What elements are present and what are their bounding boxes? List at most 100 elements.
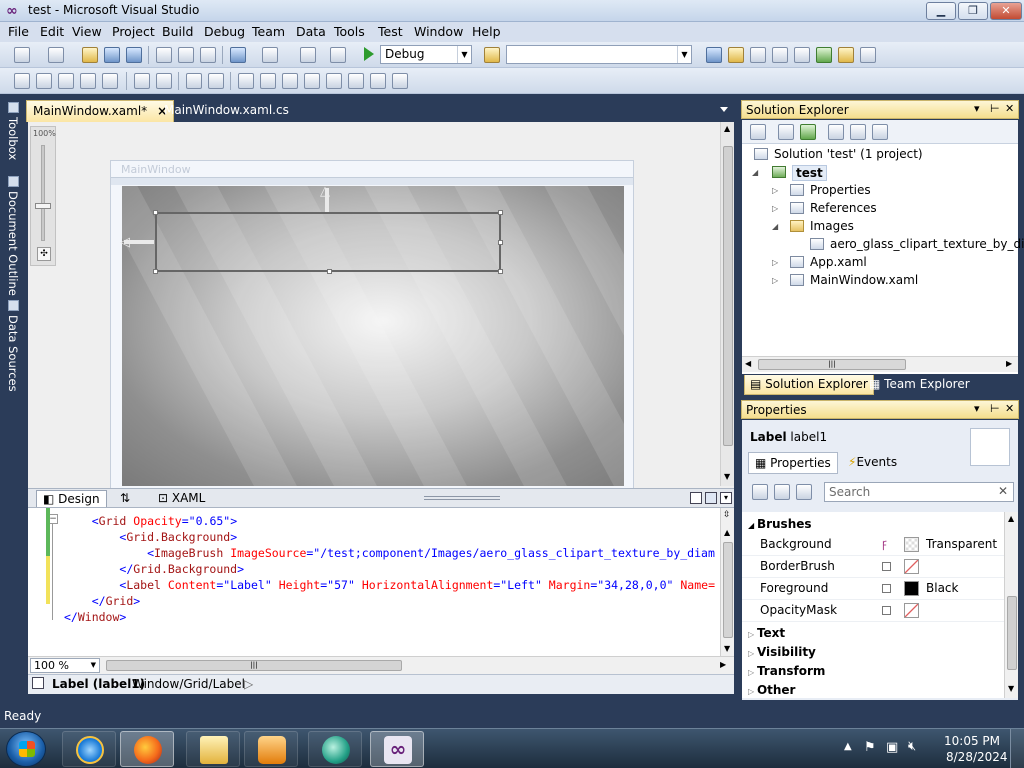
document-outline-tab[interactable]: Document Outline (2, 176, 20, 296)
menu-help[interactable]: Help (472, 24, 501, 39)
taskbar-internet-explorer[interactable] (62, 731, 116, 767)
tree-item-references[interactable]: References (810, 201, 877, 215)
clear-search-icon[interactable]: ✕ (998, 484, 1008, 498)
designer-vertical-scrollbar[interactable]: ▲ ▼ (720, 122, 734, 486)
save-all-icon[interactable] (126, 47, 142, 63)
zoom-thumb[interactable] (35, 203, 51, 209)
menu-build[interactable]: Build (162, 24, 193, 39)
close-pane-icon[interactable]: ✕ (1005, 402, 1014, 415)
previous-bookmark-icon[interactable] (348, 73, 364, 89)
tab-mainwindow-xaml[interactable]: MainWindow.xaml* × (26, 100, 175, 122)
resize-handle-nw[interactable] (153, 210, 158, 215)
bookmark-icon[interactable] (326, 73, 342, 89)
volume-muted-icon[interactable]: 🔇︎ (908, 739, 916, 754)
category-text[interactable]: ▷ Text (748, 626, 785, 640)
tree-item-mainwindow-xaml[interactable]: MainWindow.xaml (810, 273, 918, 287)
zoom-fit-icon[interactable]: ✣ (37, 247, 51, 261)
paste-icon[interactable] (200, 47, 216, 63)
property-marker-icon[interactable] (882, 584, 891, 593)
new-project-icon[interactable] (14, 47, 30, 63)
property-marker-icon[interactable] (882, 606, 891, 615)
zoom-slider[interactable]: 100% ✣ (30, 126, 56, 266)
code-line[interactable]: <Grid.Background> (64, 530, 237, 544)
tab-design[interactable]: ◧ Design (36, 490, 107, 507)
collapsed-arrow-icon[interactable]: ▷ (772, 258, 778, 267)
view-code-icon[interactable] (828, 124, 844, 140)
navigate-forward-icon[interactable] (330, 47, 346, 63)
property-row-foreground[interactable]: Foreground Black (742, 578, 1004, 600)
tree-item-image-file[interactable]: aero_glass_clipart_texture_by_diamo (830, 237, 1024, 251)
add-item-icon[interactable] (48, 47, 64, 63)
resource-binding-icon[interactable]: Ꝼ (882, 537, 887, 551)
align-middles-icon[interactable] (102, 73, 118, 89)
split-editor-icon[interactable]: ⇳ (723, 510, 733, 522)
property-search-input[interactable]: Search ✕ (824, 482, 1014, 502)
category-visibility[interactable]: ▷ Visibility (748, 645, 816, 659)
find-combo[interactable]: ▼ (506, 45, 692, 64)
category-other[interactable]: ▷ Other (748, 683, 795, 697)
start-button[interactable] (6, 731, 46, 767)
menu-edit[interactable]: Edit (40, 24, 64, 39)
scroll-left-icon[interactable]: ◀ (745, 359, 751, 368)
expanded-arrow-icon[interactable]: ◢ (772, 222, 778, 231)
show-all-files-icon[interactable] (778, 124, 794, 140)
comment-icon[interactable] (282, 73, 298, 89)
collapsed-arrow-icon[interactable]: ▷ (772, 204, 778, 213)
maximize-button[interactable]: ❐ (958, 2, 988, 20)
scroll-down-icon[interactable]: ▼ (1008, 684, 1014, 693)
resize-handle-sw[interactable] (153, 269, 158, 274)
tab-properties[interactable]: ▦ Properties (748, 452, 838, 474)
solution-explorer-icon[interactable] (706, 47, 722, 63)
categorized-icon[interactable] (752, 484, 768, 500)
view-designer-icon[interactable] (850, 124, 866, 140)
scroll-right-icon[interactable]: ▶ (720, 660, 726, 669)
editor-zoom-select[interactable]: 100 % ▼ (30, 658, 100, 673)
resize-handle-se[interactable] (498, 269, 503, 274)
align-centers-icon[interactable] (36, 73, 52, 89)
toolbox-tab[interactable]: Toolbox (2, 102, 20, 160)
clock-time[interactable]: 10:05 PM (944, 734, 1000, 748)
property-grid-scroll-thumb[interactable] (1007, 596, 1017, 670)
solution-explorer-hscroll-thumb[interactable]: ||| (758, 359, 906, 370)
code-line[interactable]: <ImageBrush ImageSource="/test;component… (64, 546, 715, 560)
resize-handle-ne[interactable] (498, 210, 503, 215)
solution-configuration-select[interactable]: Debug ▼ (380, 45, 472, 64)
active-files-dropdown-icon[interactable] (720, 107, 728, 112)
show-hidden-icons-icon[interactable]: ▲ (844, 741, 852, 752)
menu-debug[interactable]: Debug (204, 24, 245, 39)
toolbox-icon[interactable] (772, 47, 788, 63)
next-bookmark-icon[interactable] (370, 73, 386, 89)
code-line[interactable]: <Label Content="Label" Height="57" Horiz… (64, 578, 715, 592)
tab-team-explorer[interactable]: ▦ Team Explorer (864, 375, 975, 395)
scroll-down-icon[interactable]: ▼ (724, 472, 730, 481)
tree-item-properties[interactable]: Properties (810, 183, 871, 197)
collapsed-arrow-icon[interactable]: ▷ (772, 186, 778, 195)
navigate-backward-icon[interactable] (300, 47, 316, 63)
property-row-opacitymask[interactable]: OpacityMask (742, 600, 1004, 622)
refresh-icon[interactable] (800, 124, 816, 140)
cut-icon[interactable] (156, 47, 172, 63)
menu-project[interactable]: Project (112, 24, 155, 39)
action-center-flag-icon[interactable]: ⚑ (864, 740, 876, 755)
show-desktop-button[interactable] (1010, 729, 1024, 768)
start-debugging-icon[interactable] (364, 47, 374, 61)
taskbar-firefox[interactable] (120, 731, 174, 767)
clear-bookmarks-icon[interactable] (392, 73, 408, 89)
bring-to-front-icon[interactable] (238, 73, 254, 89)
close-pane-icon[interactable]: ✕ (1005, 102, 1014, 115)
editor-hscroll-thumb[interactable]: ||| (106, 660, 402, 671)
start-page-icon[interactable] (838, 47, 854, 63)
center-vertically-icon[interactable] (208, 73, 224, 89)
menu-view[interactable]: View (72, 24, 102, 39)
scroll-up-icon[interactable]: ▲ (724, 124, 730, 133)
undo-icon[interactable] (230, 47, 246, 63)
solution-explorer-hscrollbar[interactable]: ◀ ||| ▶ (742, 356, 1018, 372)
property-row-borderbrush[interactable]: BorderBrush (742, 556, 1004, 578)
center-horizontally-icon[interactable] (186, 73, 202, 89)
scroll-up-icon[interactable]: ▲ (724, 528, 730, 537)
collapse-pane-icon[interactable]: ▾ (720, 492, 732, 504)
editor-vertical-scrollbar[interactable]: ⇳ ▲ ▼ (720, 508, 734, 656)
auto-hide-pin-icon[interactable]: ⊢ (990, 102, 1000, 115)
alphabetical-icon[interactable] (774, 484, 790, 500)
code-line[interactable]: </Grid.Background> (64, 562, 244, 576)
